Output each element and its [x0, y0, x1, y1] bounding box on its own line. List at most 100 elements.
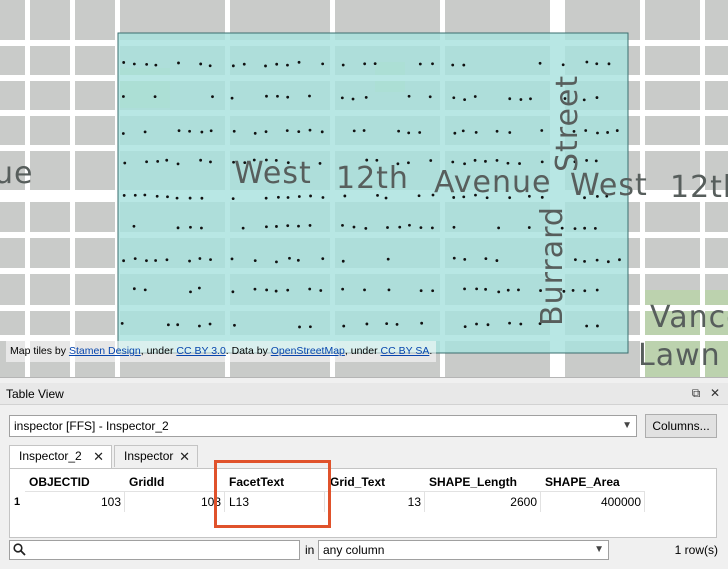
chevron-down-icon: ▼ [594, 544, 604, 555]
map-attribution: Map tiles by Stamen Design, under CC BY … [6, 341, 437, 362]
point-feature [298, 325, 301, 329]
map-view[interactable]: ue West 12th Avenue Street West 12th Bur… [0, 0, 728, 378]
table-cell[interactable]: 103 [125, 491, 225, 512]
point-feature [463, 98, 467, 102]
close-panel-icon[interactable]: ✕ [707, 385, 723, 401]
column-header-objectid[interactable]: OBJECTID [29, 475, 90, 489]
point-feature [561, 63, 565, 67]
table-cell[interactable]: 13 [325, 491, 425, 512]
column-header-shape-area[interactable]: SHAPE_Area [545, 475, 620, 489]
point-feature [593, 226, 597, 230]
openstreetmap-link[interactable]: OpenStreetMap [271, 345, 345, 357]
layer-select-value: inspector [FFS] - Inspector_2 [14, 419, 169, 433]
search-input[interactable] [9, 540, 300, 560]
point-feature [308, 325, 312, 329]
cc-by-sa-link[interactable]: CC BY SA [381, 345, 430, 357]
point-feature [452, 96, 456, 100]
point-feature [497, 226, 501, 230]
point-feature [585, 60, 589, 64]
point-feature [397, 129, 401, 133]
point-feature [365, 322, 369, 326]
point-feature [596, 131, 599, 135]
point-feature [265, 225, 268, 229]
stamen-design-link[interactable]: Stamen Design [69, 345, 141, 357]
float-panel-icon[interactable]: ⧉ [688, 385, 704, 401]
point-feature [595, 96, 599, 99]
point-feature [407, 131, 411, 135]
point-feature [188, 129, 191, 133]
point-feature [188, 196, 192, 200]
point-feature [475, 287, 479, 291]
point-feature [363, 62, 367, 66]
point-feature [209, 258, 212, 261]
point-feature [297, 224, 300, 228]
point-feature [431, 289, 435, 293]
search-scope-select[interactable]: any column ▼ [318, 540, 609, 560]
facettext-highlight-box [214, 460, 331, 528]
point-feature [200, 196, 204, 200]
point-feature [120, 322, 124, 325]
table-cell[interactable]: 400000 [541, 491, 645, 512]
point-feature [189, 225, 192, 229]
point-feature [495, 159, 499, 162]
point-feature [519, 98, 523, 101]
point-feature [133, 193, 137, 197]
point-feature [176, 162, 180, 166]
point-feature [618, 258, 621, 262]
point-feature [176, 226, 180, 230]
point-feature [585, 159, 588, 162]
columns-button[interactable]: Columns... [645, 414, 717, 438]
point-feature [156, 159, 160, 163]
point-feature [486, 323, 490, 327]
point-feature [373, 62, 377, 66]
point-feature [340, 96, 344, 100]
point-feature [143, 193, 147, 197]
point-feature [122, 61, 126, 64]
panel-title: Table View [6, 387, 64, 401]
layer-select[interactable]: inspector [FFS] - Inspector_2 ▼ [9, 415, 637, 437]
point-feature [398, 225, 402, 229]
column-header-shape-length[interactable]: SHAPE_Length [429, 475, 517, 489]
street-label: Street [550, 74, 585, 172]
point-feature [286, 196, 290, 199]
point-feature [308, 287, 312, 291]
point-feature [176, 323, 180, 327]
row-number[interactable]: 1 [14, 496, 20, 508]
street-label: West [570, 168, 648, 203]
point-feature [407, 94, 411, 98]
point-feature [430, 226, 434, 230]
point-feature [453, 131, 457, 135]
point-feature [211, 95, 214, 99]
point-feature [363, 288, 366, 292]
point-feature [274, 289, 278, 293]
point-feature [189, 290, 192, 294]
table-cell[interactable]: 103 [25, 491, 125, 512]
table-view-panel: Table View ⧉ ✕ inspector [FFS] - Inspect… [0, 383, 728, 569]
point-feature [495, 259, 499, 262]
point-feature [265, 94, 268, 98]
point-feature [385, 322, 389, 326]
close-tab-icon[interactable]: ✕ [179, 446, 190, 467]
point-feature [384, 196, 388, 200]
point-feature [188, 259, 191, 263]
cc-by-link[interactable]: CC BY 3.0 [176, 345, 225, 357]
point-feature [297, 130, 301, 134]
point-feature [419, 226, 423, 230]
point-feature [387, 288, 391, 292]
point-feature [473, 95, 477, 98]
close-tab-icon[interactable]: ✕ [93, 446, 104, 467]
point-feature [155, 194, 159, 198]
attribute-table[interactable]: OBJECTID GridId FacetText Grid_Text SHAP… [9, 468, 717, 538]
column-header-gridid[interactable]: GridId [129, 475, 164, 489]
column-header-grid-text[interactable]: Grid_Text [330, 475, 385, 489]
point-feature [232, 129, 236, 133]
point-feature [143, 288, 147, 292]
tab-inspector-2[interactable]: Inspector_2 ✕ [9, 445, 112, 468]
point-feature [308, 224, 312, 227]
tab-inspector[interactable]: Inspector ✕ [114, 445, 198, 467]
point-feature [133, 257, 137, 261]
table-cell[interactable]: 2600 [425, 491, 541, 512]
point-feature [495, 129, 499, 133]
point-feature [197, 286, 201, 290]
search-scope-value: any column [323, 543, 385, 557]
